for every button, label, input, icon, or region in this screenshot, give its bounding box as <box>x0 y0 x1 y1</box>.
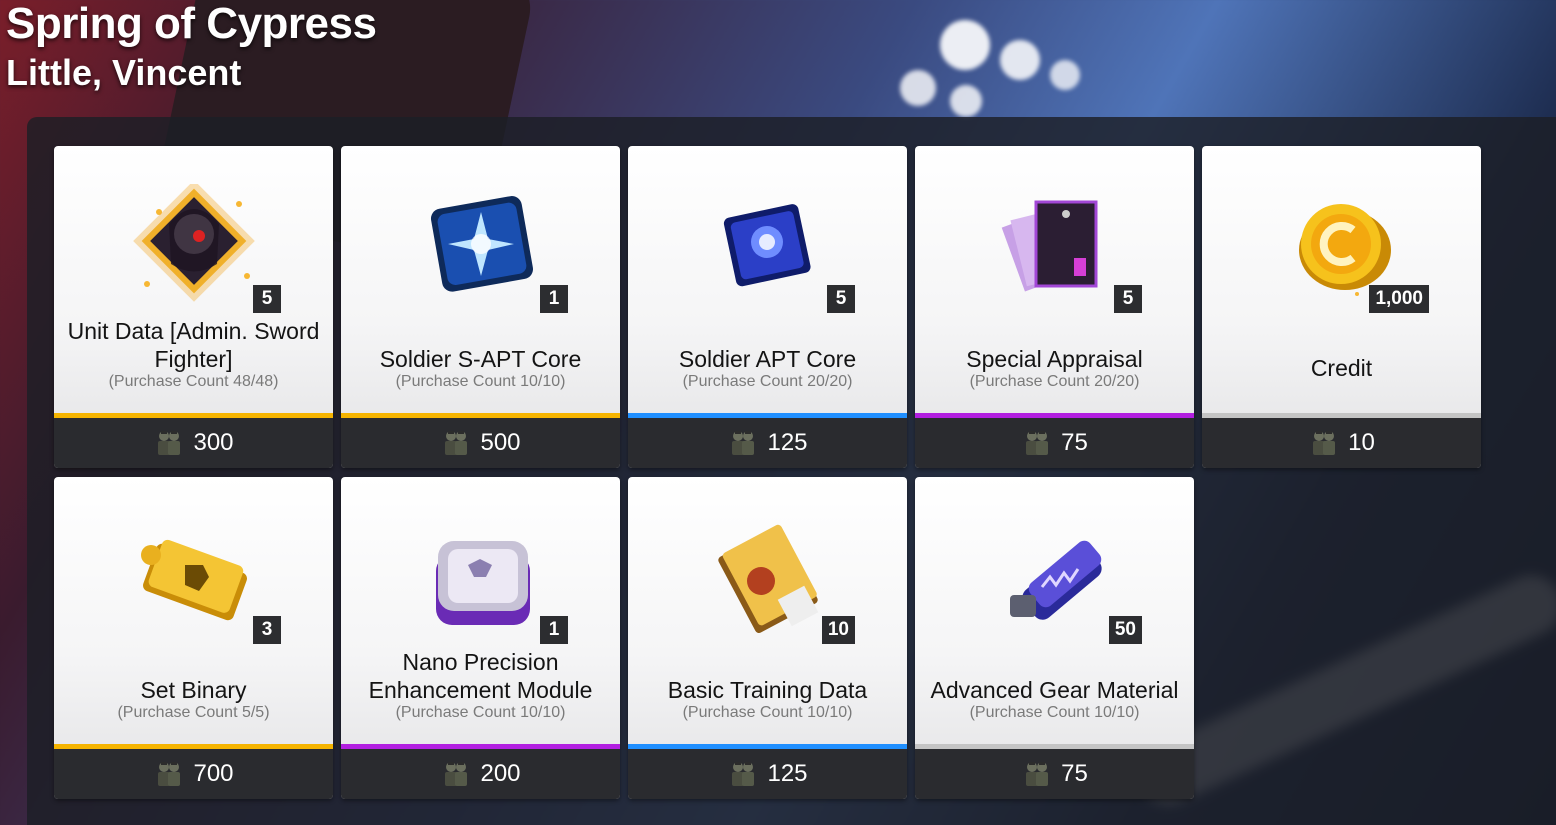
item-quantity-badge: 10 <box>821 616 855 644</box>
price-value: 500 <box>480 429 521 456</box>
item-quantity-badge: 1 <box>540 616 568 644</box>
item-name: Nano Precision Enhancement Module <box>368 649 593 703</box>
price-value: 10 <box>1348 429 1375 456</box>
item-name: Advanced Gear Material <box>930 677 1179 703</box>
price-bar: 700 <box>54 749 333 799</box>
shop-item-card[interactable]: 1 Nano Precision Enhancement Module (Pur… <box>341 477 620 799</box>
event-subtitle: Little, Vincent <box>6 52 242 93</box>
shop-item-card[interactable]: 50 Advanced Gear Material (Purchase Coun… <box>915 477 1194 799</box>
price-value: 125 <box>767 429 808 456</box>
price-value: 200 <box>480 760 521 787</box>
gear-material-icon <box>1009 540 1102 620</box>
purchase-count: (Purchase Count 10/10) <box>682 704 853 721</box>
shop-item-card[interactable]: 10 Basic Training Data (Purchase Count 1… <box>628 477 907 799</box>
item-name: Soldier APT Core <box>678 346 857 372</box>
item-name: Set Binary <box>140 677 247 703</box>
item-name: Basic Training Data <box>667 677 868 703</box>
soldier-token-icon <box>1026 762 1049 786</box>
background-light <box>1050 60 1080 90</box>
soldier-token-icon <box>1026 431 1049 455</box>
apt-core-icon <box>723 204 811 287</box>
item-name: Credit <box>1310 355 1373 381</box>
price-value: 75 <box>1061 760 1088 787</box>
unit-data-portrait-icon <box>132 184 255 302</box>
purchase-count: (Purchase Count 20/20) <box>969 373 1140 390</box>
shop-item-card[interactable]: 3 Set Binary (Purchase Count 5/5) 700 <box>54 477 333 799</box>
purchase-count: (Purchase Count 20/20) <box>682 373 853 390</box>
item-name: Unit Data [Admin. Sword Fighter] <box>67 318 320 372</box>
price-bar: 125 <box>628 749 907 799</box>
item-name: Soldier S-APT Core <box>379 346 582 372</box>
soldier-token-icon <box>158 431 181 455</box>
soldier-token-icon <box>1313 431 1336 455</box>
price-value: 300 <box>193 429 234 456</box>
item-quantity-badge: 1 <box>540 285 568 313</box>
shop-item-card[interactable]: 5 Soldier APT Core (Purchase Count 20/20… <box>628 146 907 468</box>
price-bar: 125 <box>628 418 907 468</box>
price-value: 75 <box>1061 429 1088 456</box>
background-light <box>950 85 982 117</box>
background-light <box>900 70 936 106</box>
purchase-count: (Purchase Count 10/10) <box>395 373 566 390</box>
price-bar: 200 <box>341 749 620 799</box>
item-quantity-badge: 3 <box>253 616 281 644</box>
price-bar: 300 <box>54 418 333 468</box>
item-name: Special Appraisal <box>966 346 1143 372</box>
event-header: Spring of Cypress Little, Vincent <box>6 0 377 98</box>
training-data-icon <box>717 524 818 633</box>
shop-item-card[interactable]: 5 Unit Data [Admin. Sword Fighter] (Purc… <box>54 146 333 468</box>
enhancement-module-icon <box>435 541 530 625</box>
shop-item-card[interactable]: 1 Soldier S-APT Core (Purchase Count 10/… <box>341 146 620 468</box>
background-light <box>940 20 990 70</box>
event-title: Spring of Cypress <box>6 0 377 48</box>
item-quantity-badge: 5 <box>253 285 281 313</box>
soldier-token-icon <box>732 762 755 786</box>
price-bar: 75 <box>915 749 1194 799</box>
purchase-count: (Purchase Count 10/10) <box>395 704 566 721</box>
purchase-count: (Purchase Count 10/10) <box>969 704 1140 721</box>
price-value: 700 <box>193 760 234 787</box>
background-light <box>1000 40 1040 80</box>
item-quantity-badge: 5 <box>1114 285 1142 313</box>
soldier-token-icon <box>445 431 468 455</box>
price-bar: 10 <box>1202 418 1481 468</box>
set-binary-icon <box>140 539 247 621</box>
soldier-token-icon <box>445 762 468 786</box>
soldier-token-icon <box>732 431 755 455</box>
price-bar: 500 <box>341 418 620 468</box>
shop-item-card[interactable]: 1,000 Credit 10 <box>1202 146 1481 468</box>
s-apt-core-icon <box>430 196 533 292</box>
item-quantity-badge: 50 <box>1108 616 1142 644</box>
price-value: 125 <box>767 760 808 787</box>
item-quantity-badge: 5 <box>827 285 855 313</box>
item-quantity-badge: 1,000 <box>1369 285 1429 313</box>
special-appraisal-icon <box>1001 200 1097 292</box>
shop-item-card[interactable]: 5 Special Appraisal (Purchase Count 20/2… <box>915 146 1194 468</box>
soldier-token-icon <box>158 762 181 786</box>
purchase-count: (Purchase Count 48/48) <box>108 373 279 390</box>
purchase-count: (Purchase Count 5/5) <box>117 704 270 721</box>
price-bar: 75 <box>915 418 1194 468</box>
